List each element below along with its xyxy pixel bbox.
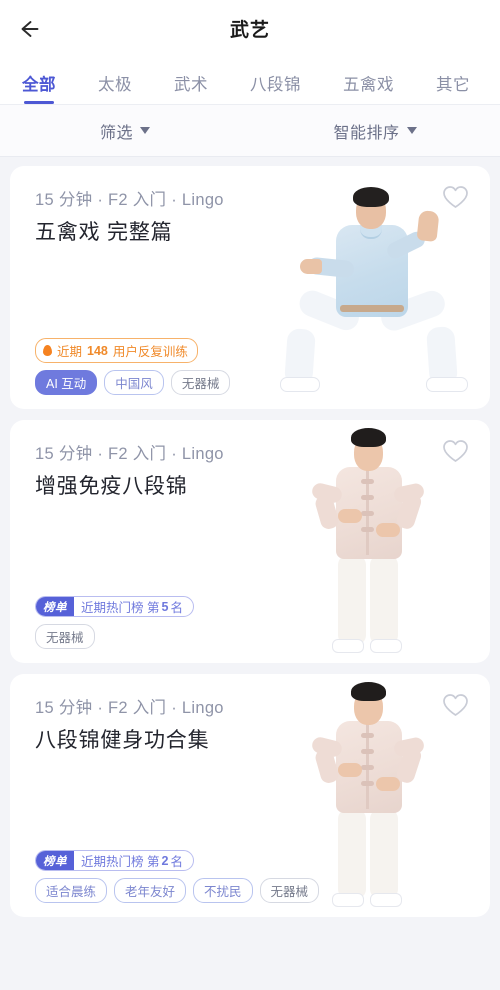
tag-row: AI 互动 中国风 无器械 [35, 370, 231, 395]
rank-badge-text: 近期热门榜 第2名 [74, 851, 193, 870]
rank-prefix: 近期热门榜 第 [81, 855, 160, 869]
filter-label: 筛选 [99, 124, 133, 142]
tab-5[interactable]: 其它 [436, 71, 470, 104]
filter-sort-bar: 筛选 智能排序 [0, 105, 500, 157]
favorite-button[interactable] [438, 183, 472, 217]
hot-badge-count: 148 [87, 343, 108, 358]
tab-3[interactable]: 八段锦 [250, 71, 301, 104]
course-title: 八段锦健身功合集 [35, 729, 210, 752]
rank-suffix: 名 [170, 855, 183, 869]
rank-badge: 榜单 近期热门榜 第5名 [35, 596, 194, 617]
course-title: 增强免疫八段锦 [35, 475, 188, 498]
rank-badge-label: 榜单 [36, 597, 74, 616]
course-card[interactable]: 15 分钟 · F2 入门 · Lingo 五禽戏 完整篇近期 148 用户反复训练 A… [10, 166, 490, 409]
course-title: 五禽戏 完整篇 [35, 221, 173, 244]
flame-icon [43, 345, 52, 356]
rank-badge-text: 近期热门榜 第5名 [74, 597, 193, 616]
tab-1[interactable]: 太极 [98, 71, 132, 104]
badge-zone: 榜单 近期热门榜 第 5 名无器械 [35, 596, 194, 649]
rank-badge: 榜单 近期热门榜 第2名 [35, 850, 194, 871]
heart-outline-icon [442, 693, 469, 723]
course-card[interactable]: 15 分钟 · F2 入门 · Lingo 增强免疫八段锦 榜单 近期热门榜 第5名无… [10, 420, 490, 663]
course-tag: 不扰民 [193, 878, 253, 903]
back-button[interactable] [14, 10, 52, 48]
heart-outline-icon [442, 439, 469, 469]
heart-outline-icon [442, 185, 469, 215]
course-tag: 无器械 [259, 878, 320, 903]
course-tag: 中国风 [104, 370, 164, 395]
tab-4[interactable]: 五禽戏 [343, 71, 394, 104]
sort-label: 智能排序 [333, 124, 400, 142]
hot-badge-prefix: 近期 [57, 345, 83, 359]
tag-row: 无器械 [35, 624, 95, 649]
course-tag: 无器械 [170, 370, 231, 395]
hot-badge: 近期 148 用户反复训练 [35, 338, 198, 363]
app-header: 武艺 [0, 0, 500, 57]
rank-number: 5 [161, 599, 169, 614]
rank-suffix: 名 [170, 601, 183, 615]
chevron-down-icon [140, 127, 150, 134]
hot-badge-suffix: 用户反复训练 [112, 345, 188, 359]
course-card[interactable]: 15 分钟 · F2 入门 · Lingo 八段锦健身功合集 榜单 近期热门榜 第2名… [10, 674, 490, 917]
category-tabbar[interactable]: 全部 太极 武术 八段锦 五禽戏 其它 [0, 57, 500, 105]
badge-zone: 近期 148 用户反复训练 AI 互动 中国风 无器械 [35, 338, 231, 395]
course-meta: 15 分钟 · F2 入门 · Lingo [35, 699, 224, 717]
course-tag: 老年友好 [114, 878, 187, 903]
rank-badge-label: 榜单 [36, 851, 74, 870]
rank-prefix: 近期热门榜 第 [81, 601, 160, 615]
course-list: 15 分钟 · F2 入门 · Lingo 五禽戏 完整篇近期 148 用户反复训练 A… [0, 157, 500, 917]
course-tag: 适合晨练 [35, 878, 108, 903]
favorite-button[interactable] [438, 691, 472, 725]
tag-row: 适合晨练 老年友好 不扰民 无器械 [35, 878, 320, 903]
rank-number: 2 [161, 853, 169, 868]
tab-0[interactable]: 全部 [22, 71, 56, 104]
sort-button[interactable]: 智能排序 [250, 119, 500, 143]
arrow-left-icon [20, 19, 46, 39]
course-tag: 无器械 [35, 624, 95, 649]
favorite-button[interactable] [438, 437, 472, 471]
page-title: 武艺 [229, 20, 270, 41]
chevron-down-icon [406, 127, 417, 134]
course-meta: 15 分钟 · F2 入门 · Lingo [35, 191, 224, 209]
badge-zone: 榜单 近期热门榜 第 2 名适合晨练 老年友好 不扰民 无器械 [35, 850, 320, 903]
tab-2[interactable]: 武术 [174, 71, 208, 104]
course-meta: 15 分钟 · F2 入门 · Lingo [35, 445, 224, 463]
filter-button[interactable]: 筛选 [0, 119, 250, 143]
course-tag: AI 互动 [35, 370, 98, 395]
